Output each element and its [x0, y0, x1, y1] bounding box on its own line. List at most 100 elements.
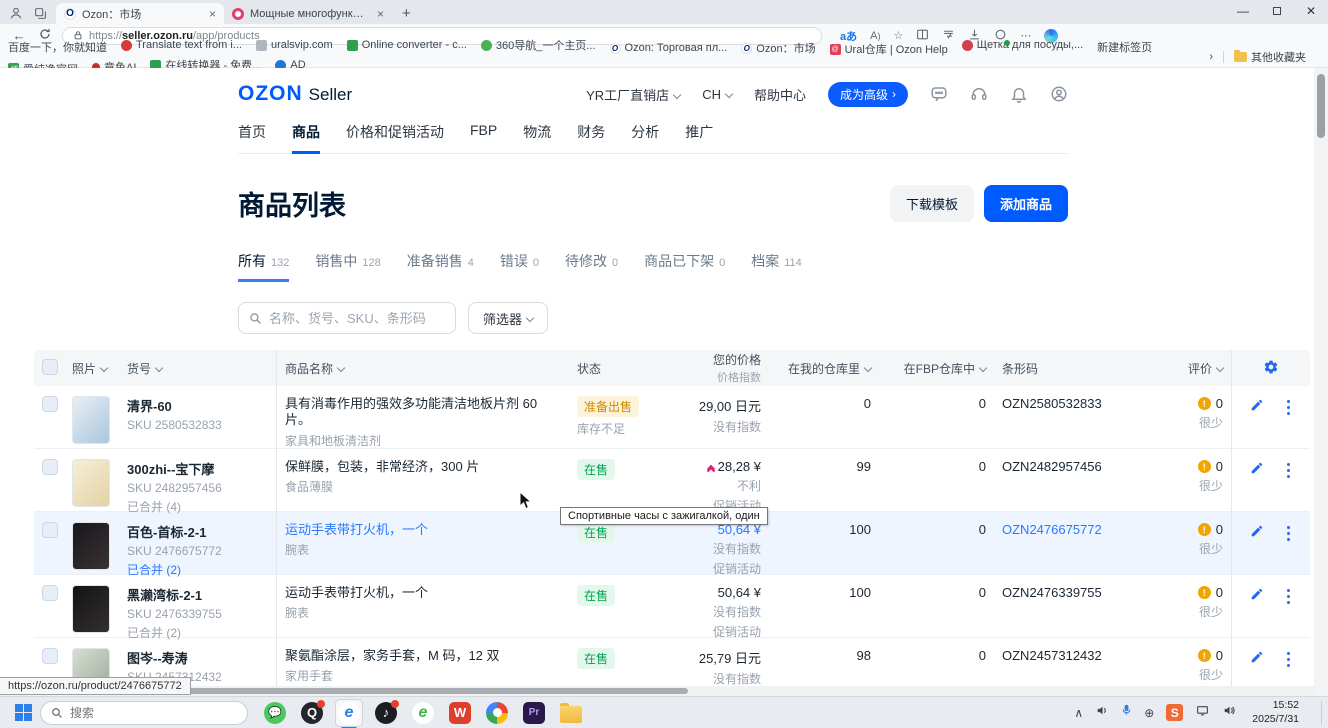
article-code[interactable]: 黑濑湾标-2-1: [127, 585, 268, 604]
edit-button[interactable]: [1250, 650, 1264, 667]
nav-tab-5[interactable]: 财务: [577, 118, 605, 153]
taskbar-app-edge-icon[interactable]: e: [336, 700, 362, 726]
article-code[interactable]: 百色-首标-2-1: [127, 522, 268, 541]
edit-button[interactable]: [1250, 398, 1264, 415]
download-template-button[interactable]: 下载模板: [890, 185, 974, 222]
product-image[interactable]: [72, 585, 110, 633]
nav-tab-6[interactable]: 分析: [631, 118, 659, 153]
bookmark-item[interactable]: 新建标签页: [1097, 39, 1152, 55]
article-code[interactable]: 清界-60: [127, 396, 268, 415]
bookmark-item[interactable]: @Ural仓库 | Ozon Help: [830, 41, 948, 57]
window-minimize-icon[interactable]: —: [1226, 0, 1260, 22]
nav-tab-4[interactable]: 物流: [523, 118, 551, 153]
taskbar-search[interactable]: [40, 701, 248, 725]
language-selector[interactable]: CH: [702, 87, 732, 102]
notifications-bell-icon[interactable]: [1010, 85, 1028, 103]
screen-clip-icon[interactable]: ⊕: [1144, 706, 1154, 720]
select-all-checkbox[interactable]: [42, 359, 58, 375]
browser-tab[interactable]: Мощные многофункциональнь×: [224, 3, 392, 24]
taskbar-app-premiere-icon[interactable]: Pr: [521, 700, 547, 726]
taskbar-app-qq-icon[interactable]: Q: [299, 700, 325, 726]
bookmark-item[interactable]: OOzon：市场: [741, 40, 815, 56]
window-restore-icon[interactable]: [1260, 0, 1294, 22]
tab-close-icon[interactable]: ×: [207, 7, 218, 21]
bookmark-item[interactable]: 360导航_一个主页...: [481, 37, 596, 53]
filter-tab[interactable]: 商品已下架0: [644, 251, 725, 282]
tray-expand-icon[interactable]: ∧: [1074, 706, 1083, 720]
col-article[interactable]: 货号: [127, 360, 151, 377]
table-row[interactable]: 黑濑湾标-2-1SKU 2476339755已合并 (2)运动手表带打火机，一个…: [34, 575, 1310, 638]
product-name[interactable]: 保鲜膜，包装，非常经济，300 片: [285, 459, 561, 475]
product-name[interactable]: 具有消毒作用的强效多功能清洁地板片剂 60 片。: [285, 396, 561, 429]
filter-tab[interactable]: 档案114: [751, 251, 802, 282]
row-checkbox[interactable]: [42, 585, 58, 601]
nav-tab-7[interactable]: 推广: [685, 118, 713, 153]
row-checkbox[interactable]: [42, 459, 58, 475]
vertical-scrollbar-thumb[interactable]: [1317, 74, 1325, 138]
row-menu-button[interactable]: [1285, 398, 1292, 417]
bookmark-item[interactable]: Щетка для посуды,...: [962, 39, 1083, 51]
horizontal-scrollbar[interactable]: [0, 686, 1314, 696]
premium-button[interactable]: 成为高级›: [828, 82, 908, 107]
window-close-icon[interactable]: ✕: [1294, 0, 1328, 22]
account-icon[interactable]: [1050, 85, 1068, 103]
product-image[interactable]: [72, 522, 110, 570]
table-row[interactable]: 300zhi--宝下摩SKU 2482957456已合并 (4)保鲜膜，包装，非…: [34, 449, 1310, 512]
bookmark-item[interactable]: OOzon: Торговая пл...: [610, 42, 728, 54]
browser-tab[interactable]: OOzon：市场×: [56, 3, 224, 24]
bookmark-item[interactable]: uralsvip.com: [256, 39, 333, 51]
col-my-warehouse[interactable]: 在我的仓库里: [788, 362, 860, 376]
product-image[interactable]: [72, 396, 110, 444]
filters-button[interactable]: 筛选器: [468, 302, 548, 334]
start-button[interactable]: [10, 700, 36, 726]
col-name[interactable]: 商品名称: [285, 362, 333, 376]
article-code[interactable]: 图岑--寿涛: [127, 648, 268, 667]
add-product-button[interactable]: 添加商品: [984, 185, 1068, 222]
extensions-icon[interactable]: [994, 28, 1007, 44]
edit-button[interactable]: [1250, 461, 1264, 478]
bookmark-item[interactable]: Translate text from i...: [121, 39, 242, 51]
row-checkbox[interactable]: [42, 396, 58, 412]
taskbar-app-browser-360-icon[interactable]: [484, 700, 510, 726]
bookmark-item[interactable]: 百度一下，你就知道: [8, 39, 107, 55]
support-headset-icon[interactable]: [970, 85, 988, 103]
new-tab-button[interactable]: +: [392, 5, 421, 24]
product-name[interactable]: 运动手表带打火机，一个: [285, 585, 561, 601]
product-search-input[interactable]: [269, 311, 429, 326]
row-menu-button[interactable]: [1285, 587, 1292, 606]
taskbar-search-input[interactable]: [70, 706, 220, 720]
taskbar-app-file-explorer-icon[interactable]: [558, 700, 584, 726]
browser-profile-icon[interactable]: [8, 5, 24, 21]
row-checkbox[interactable]: [42, 522, 58, 538]
col-photo[interactable]: 照片: [72, 362, 96, 376]
table-row[interactable]: 清界-60SKU 2580532833具有消毒作用的强效多功能清洁地板片剂 60…: [34, 386, 1310, 449]
taskbar-app-music-icon[interactable]: ♪: [373, 700, 399, 726]
sogou-input-icon[interactable]: S: [1166, 704, 1183, 721]
vertical-scrollbar[interactable]: [1314, 68, 1328, 696]
show-desktop-divider[interactable]: [1321, 701, 1322, 725]
product-name[interactable]: 运动手表带打火机，一个: [285, 522, 561, 538]
filter-tab[interactable]: 销售中128: [315, 251, 380, 282]
help-center-link[interactable]: 帮助中心: [754, 85, 806, 104]
volume-icon[interactable]: [1095, 704, 1109, 722]
table-settings-gear-icon[interactable]: [1263, 359, 1279, 378]
nav-tab-1[interactable]: 商品: [292, 118, 320, 154]
microphone-icon[interactable]: [1121, 703, 1132, 722]
filter-tab[interactable]: 准备销售4: [407, 251, 474, 282]
taskbar-clock[interactable]: 15:52 2025/7/31: [1252, 699, 1299, 725]
article-code[interactable]: 300zhi--宝下摩: [127, 459, 268, 478]
bookmark-item[interactable]: Online converter - c...: [347, 39, 467, 51]
taskbar-app-ie-browser-icon[interactable]: e: [410, 700, 436, 726]
tab-close-icon[interactable]: ×: [375, 7, 386, 21]
row-menu-button[interactable]: [1285, 461, 1292, 480]
workspaces-icon[interactable]: [32, 5, 48, 21]
row-menu-button[interactable]: [1285, 650, 1292, 669]
nav-tab-3[interactable]: FBP: [470, 118, 497, 153]
taskbar-app-wechat-icon[interactable]: 💬: [262, 700, 288, 726]
col-fbp-warehouse[interactable]: 在FBP仓库中: [904, 362, 975, 376]
search-box[interactable]: [238, 302, 456, 334]
nav-tab-2[interactable]: 价格和促销活动: [346, 118, 444, 153]
row-menu-button[interactable]: [1285, 524, 1292, 543]
cast-display-icon[interactable]: [1195, 704, 1210, 722]
row-checkbox[interactable]: [42, 648, 58, 664]
